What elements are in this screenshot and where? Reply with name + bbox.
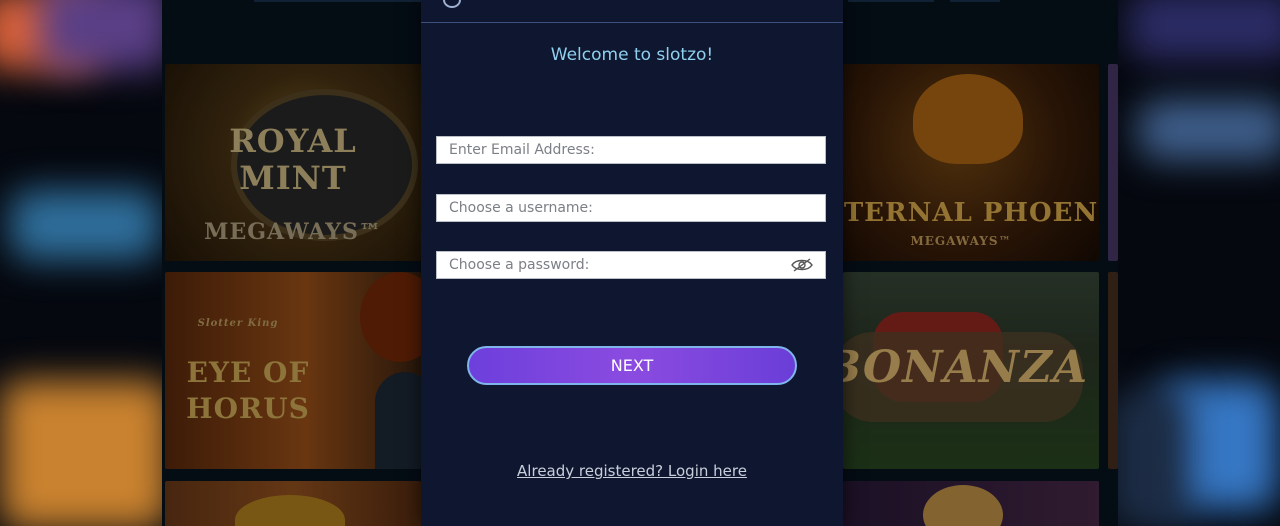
signup-modal: Welcome to slotzo! NEXT Already register… <box>421 0 843 526</box>
password-field[interactable] <box>436 251 826 279</box>
logo-icon <box>443 0 461 8</box>
next-button[interactable]: NEXT <box>467 346 797 385</box>
username-field[interactable] <box>436 194 826 222</box>
email-field[interactable] <box>436 136 826 164</box>
eye-slash-icon[interactable] <box>791 258 813 272</box>
right-blurred-backdrop <box>1118 0 1280 526</box>
left-blurred-backdrop <box>0 0 162 526</box>
password-input[interactable] <box>437 252 825 278</box>
email-input[interactable] <box>437 137 825 163</box>
modal-header <box>421 0 843 23</box>
username-input[interactable] <box>437 195 825 221</box>
login-link[interactable]: Already registered? Login here <box>421 462 843 480</box>
welcome-heading: Welcome to slotzo! <box>550 45 714 65</box>
